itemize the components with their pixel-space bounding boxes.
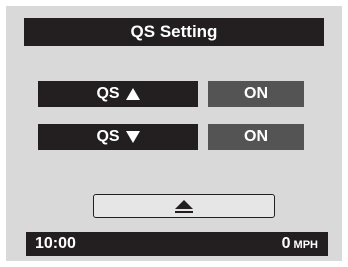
up-arrow-icon [125,88,140,100]
down-arrow-icon [125,131,140,143]
qs-up-label: QS [38,81,198,107]
page-title: QS Setting [24,18,324,46]
qs-down-label-text: QS [96,128,120,145]
clock: 10:00 [35,235,76,252]
eject-icon [175,199,193,213]
speed-readout: 0 MPH [282,235,318,253]
qs-down-label: QS [38,124,198,150]
qs-up-toggle[interactable]: ON [208,81,304,107]
speed-value: 0 [281,235,291,252]
qs-down-toggle[interactable]: ON [208,124,304,150]
speed-unit: MPH [293,239,318,251]
qs-up-label-text: QS [96,85,120,102]
status-bar: 10:00 0 MPH [26,232,328,256]
display-screen: QS Setting QS ON QS ON 10:00 0 MPH [6,6,342,261]
back-button[interactable] [93,194,275,218]
